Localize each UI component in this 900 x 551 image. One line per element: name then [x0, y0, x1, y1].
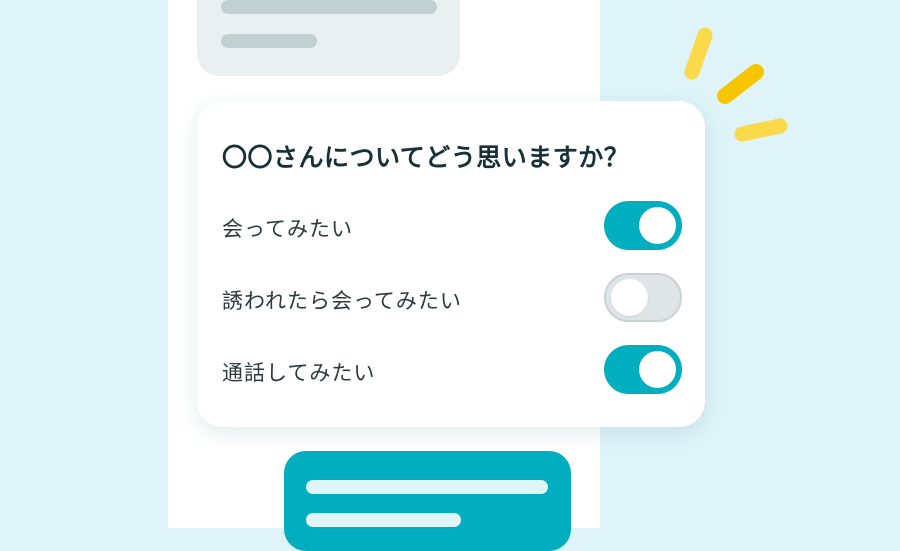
placeholder-line	[306, 480, 548, 494]
placeholder-card-top	[197, 0, 460, 76]
placeholder-line	[221, 0, 437, 14]
placeholder-card-bottom	[284, 451, 571, 551]
option-row-meet: 会ってみたい	[222, 201, 682, 251]
placeholder-line	[306, 513, 461, 527]
toggle-knob	[611, 279, 648, 316]
meet-toggle[interactable]	[604, 201, 682, 250]
question-title: 〇〇さんについてどう思いますか？	[222, 143, 630, 172]
option-row-meet-if-invited: 誘われたら会ってみたい	[222, 273, 682, 323]
option-label: 誘われたら会ってみたい	[222, 289, 462, 313]
placeholder-line	[221, 34, 317, 48]
toggle-knob	[639, 351, 676, 388]
question-card: 〇〇さんについてどう思いますか？ 会ってみたい 誘われたら会ってみたい 通話して…	[197, 101, 705, 427]
option-row-call: 通話してみたい	[222, 345, 682, 395]
meet-if-invited-toggle[interactable]	[604, 273, 682, 322]
option-label: 会ってみたい	[222, 217, 353, 241]
call-toggle[interactable]	[604, 345, 682, 394]
toggle-knob	[639, 207, 676, 244]
option-label: 通話してみたい	[222, 361, 376, 385]
sparkle-icon	[684, 27, 788, 142]
